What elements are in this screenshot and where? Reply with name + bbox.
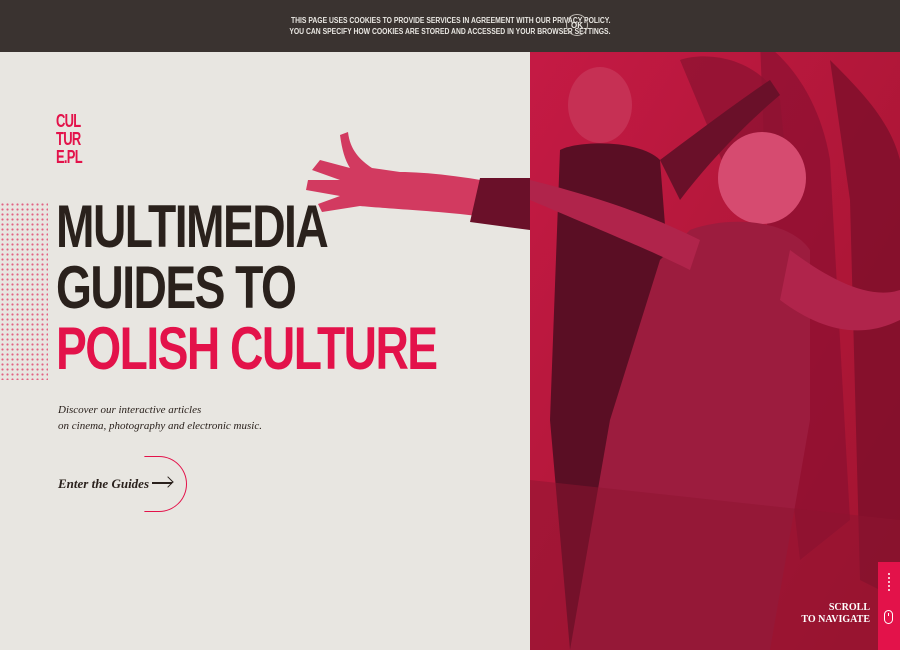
dot-pattern — [0, 202, 48, 380]
cookie-ok-button[interactable]: OK — [566, 14, 588, 36]
logo-line: TUR — [56, 129, 81, 149]
headline-line-1: MULTIMEDIA — [56, 193, 329, 260]
culture-pl-logo[interactable]: CUL TUR E.PL — [56, 112, 85, 186]
hero-left-panel: CUL TUR E.PL MULTIMEDIA GUIDES TO POLISH… — [0, 0, 530, 650]
scroll-line-2: TO NAVIGATE — [801, 614, 870, 625]
hero-subtitle: Discover our interactive articles on cin… — [58, 402, 262, 434]
enter-guides-button[interactable]: Enter the Guides — [58, 456, 198, 512]
hero-headline: MULTIMEDIA GUIDES TO POLISH CULTURE — [56, 193, 438, 382]
subtitle-line-2: on cinema, photography and electronic mu… — [58, 420, 262, 432]
cookie-message: THIS PAGE USES COOKIES TO PROVIDE SERVIC… — [289, 15, 610, 37]
logo-line: CUL — [56, 111, 81, 131]
enter-guides-label: Enter the Guides — [58, 476, 150, 491]
cookie-line-1: THIS PAGE USES COOKIES TO PROVIDE SERVIC… — [291, 16, 611, 25]
dancers-photo-illustration — [530, 0, 900, 650]
logo-line: E.PL — [56, 147, 83, 167]
cookie-bar: THIS PAGE USES COOKIES TO PROVIDE SERVIC… — [0, 0, 900, 52]
scroll-line-1: SCROLL — [828, 602, 870, 613]
dots-icon — [888, 572, 890, 592]
scroll-navigation-tab[interactable] — [878, 562, 900, 650]
hero-photo — [530, 0, 900, 650]
arrow-right-icon — [152, 482, 172, 484]
headline-line-3: POLISH CULTURE — [56, 315, 438, 382]
headline-line-2: GUIDES TO — [56, 254, 297, 321]
page: CUL TUR E.PL MULTIMEDIA GUIDES TO POLISH… — [0, 0, 900, 650]
subtitle-line-1: Discover our interactive articles — [58, 404, 202, 416]
mouse-icon — [884, 610, 893, 624]
scroll-hint: SCROLL TO NAVIGATE — [796, 602, 870, 626]
cookie-line-2: YOU CAN SPECIFY HOW COOKIES ARE STORED A… — [289, 27, 611, 36]
